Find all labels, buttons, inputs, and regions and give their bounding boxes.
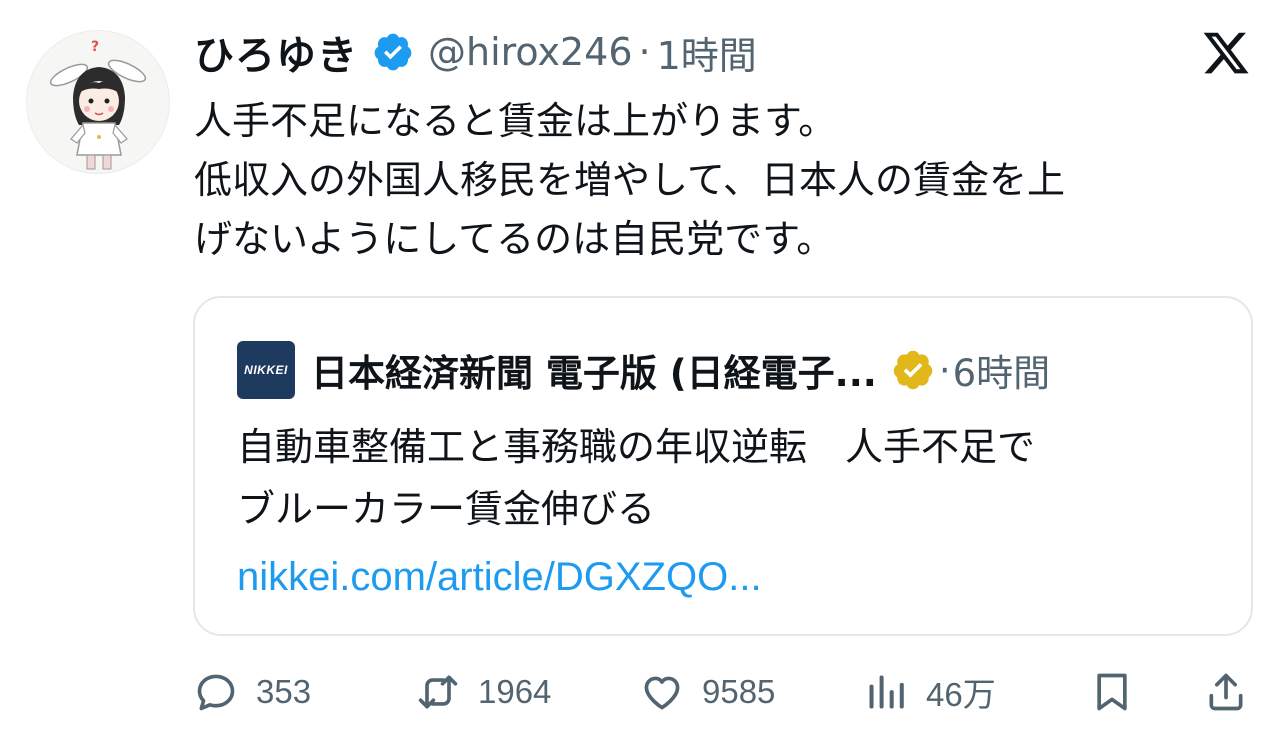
action-bar: 353 1964 9585 46万 <box>0 664 1282 720</box>
share-button[interactable] <box>1204 664 1248 720</box>
separator-dot: · <box>638 30 651 74</box>
retweet-icon <box>418 675 458 709</box>
avatar-illustration-icon: ? <box>49 39 147 170</box>
svg-text:?: ? <box>91 39 99 55</box>
like-count: 9585 <box>702 673 776 710</box>
quoted-timestamp[interactable]: 6時間 <box>953 343 1051 397</box>
bookmark-icon <box>1097 673 1127 711</box>
reply-icon <box>197 674 235 711</box>
timestamp[interactable]: 1時間 <box>657 25 757 80</box>
nikkei-avatar[interactable]: NIKKEI <box>237 341 295 399</box>
tweet-text-line: 人手不足になると賃金は上がります。 <box>194 99 837 143</box>
quoted-text-line: ブルーカラー賃金伸びる <box>237 487 656 531</box>
tweet-text-line: げないようにしてるのは自民党です。 <box>194 217 835 261</box>
views-icon <box>869 675 904 709</box>
tweet-header: ひろゆき @hirox246 · 1時間 <box>194 24 757 80</box>
reply-button[interactable]: 353 <box>194 664 311 720</box>
bookmark-button[interactable] <box>1090 664 1134 720</box>
views-button[interactable]: 46万 <box>864 664 996 720</box>
x-logo-icon[interactable] <box>1198 28 1254 78</box>
quoted-tweet-card[interactable]: NIKKEI 日本経済新聞 電子版 (日経電子... · 6時間 自動車整備工と… <box>193 296 1253 636</box>
quoted-tweet-text: 自動車整備工と事務職の年収逆転 人手不足で ブルーカラー賃金伸びる nikkei… <box>237 416 1035 608</box>
retweet-count: 1964 <box>478 673 552 710</box>
heart-icon <box>644 676 680 710</box>
quoted-tweet-header: NIKKEI 日本経済新聞 電子版 (日経電子... · 6時間 <box>237 340 1050 400</box>
reply-count: 353 <box>256 673 312 710</box>
quoted-separator-dot: · <box>938 348 951 392</box>
share-icon <box>1209 673 1243 711</box>
retweet-button[interactable]: 1964 <box>416 664 551 720</box>
handle[interactable]: @hirox246 <box>428 30 633 74</box>
tweet[interactable]: ? ひろゆき @hirox246 · 1時間 人手不足になると賃金は上がります。… <box>0 0 1282 756</box>
article-link[interactable]: nikkei.com/article/DGXZQO... <box>237 546 1035 608</box>
nikkei-logo-text: NIKKEI <box>244 363 288 377</box>
avatar[interactable]: ? <box>26 30 170 174</box>
verified-badge-icon[interactable] <box>372 31 414 73</box>
gold-verified-badge-icon[interactable] <box>891 348 935 392</box>
quoted-display-name[interactable]: 日本経済新聞 電子版 (日経電子... <box>311 343 877 397</box>
views-count: 46万 <box>926 676 996 713</box>
display-name[interactable]: ひろゆき <box>194 23 358 81</box>
like-button[interactable]: 9585 <box>640 664 775 720</box>
tweet-text-line: 低収入の外国人移民を増やして、日本人の賃金を上 <box>194 158 1065 202</box>
quoted-text-line: 自動車整備工と事務職の年収逆転 人手不足で <box>237 425 1036 469</box>
tweet-text: 人手不足になると賃金は上がります。 低収入の外国人移民を増やして、日本人の賃金を… <box>194 92 1254 269</box>
